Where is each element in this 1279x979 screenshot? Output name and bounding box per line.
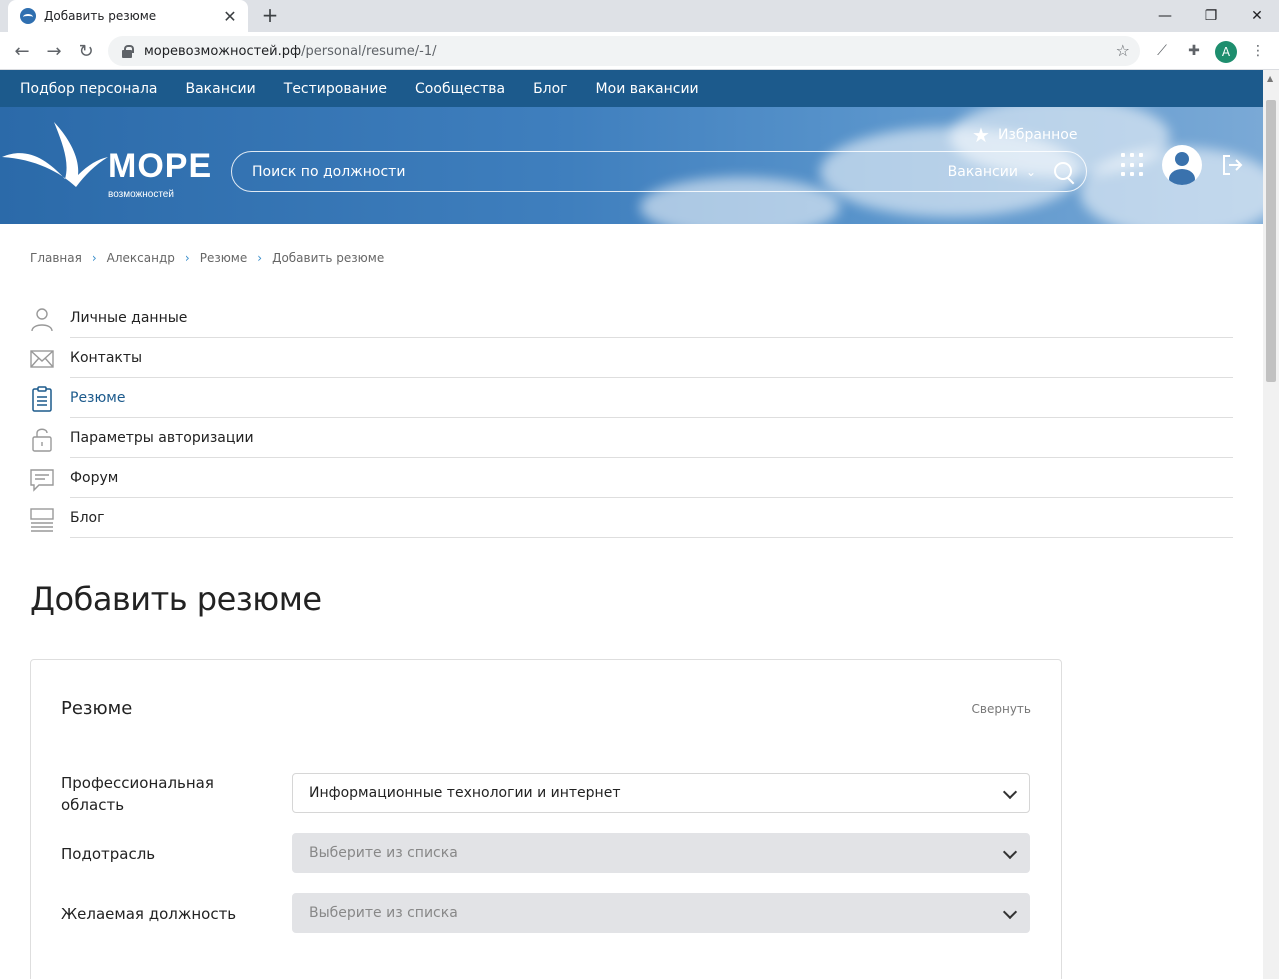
person-icon — [31, 308, 53, 332]
breadcrumb: Главная › Александр › Резюме › Добавить … — [30, 251, 384, 265]
breadcrumb-item-resume[interactable]: Резюме — [200, 251, 248, 265]
breadcrumb-item-home[interactable]: Главная — [30, 251, 82, 265]
logout-icon[interactable] — [1220, 153, 1244, 177]
professional-area-select[interactable]: Информационные технологии и интернет — [292, 773, 1030, 813]
chevron-right-icon: › — [257, 251, 263, 265]
nav-item-vacancies[interactable]: Вакансии — [185, 81, 255, 97]
collapse-button[interactable]: Свернуть — [972, 702, 1031, 716]
job-search-bar: Вакансии ⌄ — [231, 151, 1087, 192]
menu-item-label: Блог — [70, 510, 105, 526]
professional-area-label: Профессиональная область — [61, 774, 214, 814]
browser-menu-icon[interactable]: ⋮ — [1248, 41, 1268, 61]
back-icon[interactable]: ← — [10, 39, 34, 63]
page-scrollbar[interactable]: ▲ — [1263, 70, 1279, 979]
logo-wordmark: МОРЕ — [108, 147, 213, 185]
url-host: моревозможностей.рф — [144, 43, 302, 59]
menu-item-personal-data[interactable]: Личные данные — [30, 298, 1233, 338]
select-placeholder: Выберите из списка — [309, 845, 458, 861]
chevron-right-icon: › — [91, 251, 97, 265]
extension-leaf-icon[interactable]: ⟋ — [1152, 41, 1172, 61]
nav-item-testing[interactable]: Тестирование — [284, 81, 387, 97]
clipboard-icon — [32, 386, 52, 412]
logo-subtitle: возможностей — [108, 189, 174, 200]
site-favicon-icon — [20, 8, 36, 24]
window-close-icon[interactable]: ✕ — [1234, 0, 1279, 32]
select-value: Информационные технологии и интернет — [309, 785, 621, 801]
envelope-icon — [30, 350, 54, 368]
browser-toolbar: ← → ↻ моревозможностей.рф/personal/resum… — [0, 32, 1279, 70]
subindustry-select[interactable]: Выберите из списка — [292, 833, 1030, 873]
star-icon: ★ — [972, 123, 990, 147]
page-title: Добавить резюме — [30, 580, 322, 618]
chevron-down-icon — [1002, 904, 1018, 920]
scroll-up-icon[interactable]: ▲ — [1267, 74, 1273, 83]
browser-tab[interactable]: Добавить резюме ✕ — [8, 0, 248, 32]
nav-item-recruiting[interactable]: Подбор персонала — [20, 81, 157, 97]
tab-close-icon[interactable]: ✕ — [222, 7, 238, 26]
site-header: МОРЕ возможностей ★ Избранное Вакансии ⌄ — [0, 107, 1263, 224]
menu-item-auth-settings[interactable]: Параметры авторизации — [30, 418, 1233, 458]
search-icon[interactable] — [1048, 157, 1078, 187]
new-tab-icon[interactable]: + — [258, 4, 282, 28]
menu-item-label: Резюме — [70, 390, 126, 406]
chevron-right-icon: › — [184, 251, 190, 265]
lock-icon — [120, 44, 134, 58]
menu-item-resume[interactable]: Резюме — [30, 378, 1233, 418]
menu-item-forum[interactable]: Форум — [30, 458, 1233, 498]
search-scope-label: Вакансии — [947, 163, 1018, 180]
chevron-down-icon — [1002, 784, 1018, 800]
favorites-label: Избранное — [997, 127, 1078, 143]
profile-avatar[interactable]: A — [1215, 41, 1237, 63]
chevron-down-icon: ⌄ — [1025, 164, 1036, 179]
menu-item-contacts[interactable]: Контакты — [30, 338, 1233, 378]
menu-item-blog[interactable]: Блог — [30, 498, 1233, 538]
breadcrumb-item-current: Добавить резюме — [272, 251, 385, 265]
menu-item-label: Форум — [70, 470, 119, 486]
subindustry-label: Подотрасль — [61, 845, 156, 863]
restore-icon[interactable]: ❐ — [1188, 0, 1234, 32]
url-path: /personal/resume/-1/ — [301, 43, 437, 59]
extensions-puzzle-icon[interactable]: ✚ — [1184, 41, 1204, 61]
apps-grid-icon[interactable] — [1121, 153, 1145, 177]
desired-position-label: Желаемая должность — [61, 905, 237, 923]
nav-item-blog[interactable]: Блог — [533, 81, 567, 97]
reload-icon[interactable]: ↻ — [74, 39, 98, 63]
nav-item-communities[interactable]: Сообщества — [415, 81, 505, 97]
menu-item-label: Параметры авторизации — [70, 430, 254, 446]
resume-card: Резюме Свернуть Профессиональная область… — [30, 659, 1062, 979]
search-scope-dropdown[interactable]: Вакансии ⌄ — [948, 164, 1036, 180]
address-bar[interactable]: моревозможностей.рф/personal/resume/-1/ … — [108, 36, 1140, 66]
breadcrumb-item-user[interactable]: Александр — [107, 251, 175, 265]
lock-icon — [32, 428, 52, 452]
tab-title: Добавить резюме — [44, 9, 157, 23]
seagull-logo-icon — [2, 122, 108, 187]
menu-item-label: Контакты — [70, 350, 143, 366]
minimize-icon[interactable]: — — [1142, 0, 1188, 32]
chat-icon — [30, 469, 54, 492]
personal-menu: Личные данные Контакты Резюме Параметры … — [30, 298, 1233, 538]
scrollbar-thumb[interactable] — [1266, 100, 1276, 382]
menu-item-label: Личные данные — [70, 310, 188, 326]
select-placeholder: Выберите из списка — [309, 905, 458, 921]
favorites-link[interactable]: ★ Избранное — [972, 123, 1077, 147]
menu-divider — [70, 537, 1233, 538]
site-logo[interactable]: МОРЕ возможностей — [0, 117, 211, 207]
site-top-nav: Подбор персонала Вакансии Тестирование С… — [0, 70, 1263, 107]
nav-item-my-vacancies[interactable]: Мои вакансии — [596, 81, 699, 97]
user-avatar-icon[interactable] — [1162, 145, 1202, 185]
card-title: Резюме — [61, 698, 133, 719]
browser-tabstrip: Добавить резюме ✕ + — ❐ ✕ — [0, 0, 1279, 32]
chevron-down-icon — [1002, 844, 1018, 860]
forward-icon[interactable]: → — [42, 39, 66, 63]
blog-icon — [30, 508, 54, 532]
bookmark-star-icon[interactable]: ☆ — [1116, 41, 1130, 60]
desired-position-select[interactable]: Выберите из списка — [292, 893, 1030, 933]
search-input[interactable] — [252, 163, 948, 180]
